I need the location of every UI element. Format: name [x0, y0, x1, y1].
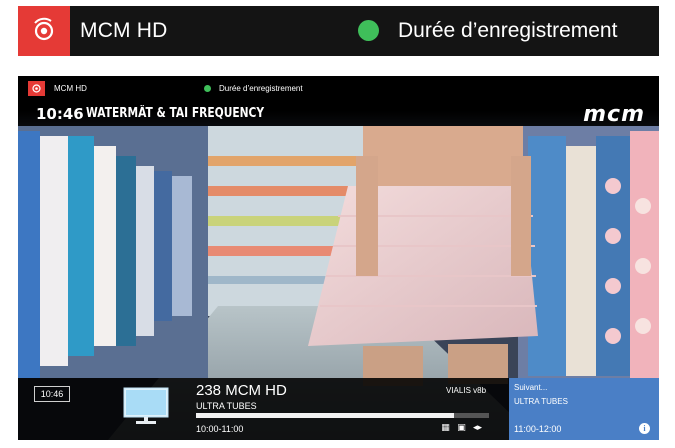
- provider-label: VIALIS v8b: [446, 386, 487, 395]
- television-icon: [122, 386, 170, 426]
- tv-header: MCM HD Durée d’enregistrement 10:46 WATE…: [18, 76, 659, 127]
- recording-status-dot: [358, 20, 379, 41]
- banner-channel-name: MCM HD: [80, 19, 168, 42]
- header-recording-status: Durée d’enregistrement: [219, 84, 303, 93]
- program-title: WATERMÄT & TAI FREQUENCY: [86, 106, 265, 121]
- record-icon: [28, 81, 45, 96]
- current-show: ULTRA TUBES: [196, 401, 257, 411]
- screen-icon: ▣: [457, 422, 466, 432]
- recording-status-dot: [204, 85, 211, 92]
- program-time: 10:46: [36, 105, 84, 123]
- channel-number-name: 238 MCM HD: [196, 382, 287, 399]
- next-program-panel[interactable]: Suivant... ULTRA TUBES 11:00-12:00 i: [509, 378, 659, 440]
- hd-icon: ▦: [441, 422, 450, 432]
- stream-info-icons: ▦ ▣ ◂▸: [440, 423, 483, 432]
- next-label: Suivant...: [514, 383, 548, 392]
- next-time-slot: 11:00-12:00: [514, 424, 562, 434]
- zoomed-status-banner: MCM HD Durée d’enregistrement: [18, 6, 659, 56]
- show-progress-fill: [196, 413, 454, 418]
- show-progress-bar: [196, 413, 489, 418]
- banner-recording-status: Durée d’enregistrement: [398, 19, 618, 42]
- audio-icon: ◂▸: [472, 422, 483, 432]
- record-icon: [18, 6, 70, 56]
- next-show: ULTRA TUBES: [514, 397, 568, 406]
- header-channel-name: MCM HD: [54, 84, 87, 93]
- tv-screen: MCM HD Durée d’enregistrement 10:46 WATE…: [18, 76, 659, 440]
- current-time-slot: 10:00-11:00: [196, 424, 244, 434]
- channel-logo: mcm: [583, 102, 645, 127]
- info-icon[interactable]: i: [639, 423, 650, 434]
- clock: 10:46: [34, 386, 70, 402]
